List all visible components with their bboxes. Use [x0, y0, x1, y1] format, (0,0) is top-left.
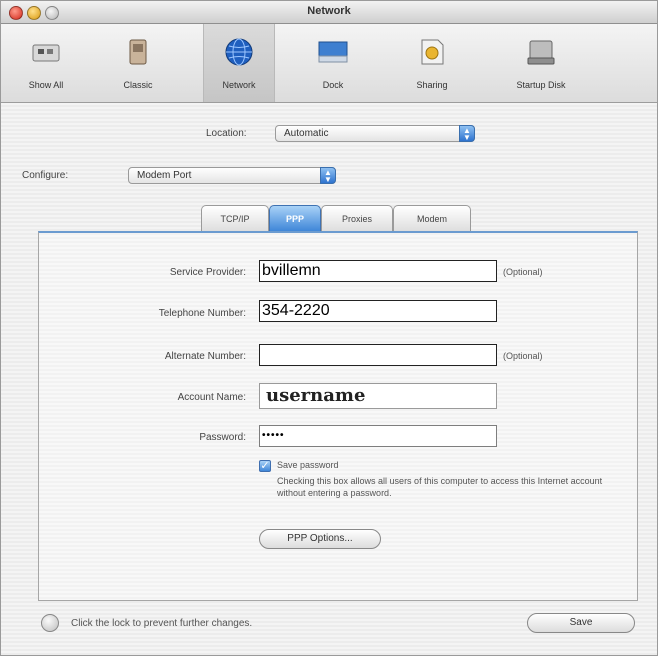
save-password-label[interactable]: Save password — [277, 460, 339, 470]
location-label: Location: — [206, 128, 247, 139]
window-title: Network — [307, 5, 351, 17]
location-popup[interactable]: Automatic ▲ ▼ — [275, 125, 475, 142]
alternate-number-field[interactable] — [259, 344, 497, 366]
tab-tcp-ip[interactable]: TCP/IP — [201, 205, 269, 231]
toolbar-item-classic[interactable]: Classic — [103, 24, 173, 102]
tab-ppp[interactable]: PPP — [269, 205, 321, 231]
alternate-number-label: Alternate Number: — [164, 351, 246, 362]
tab-modem[interactable]: Modem — [393, 205, 471, 231]
toolbar: Show All Classic Network Dock Sharing St… — [1, 24, 657, 103]
classic-icon — [129, 39, 147, 65]
tab-proxies[interactable]: Proxies — [321, 205, 393, 231]
dock-icon — [318, 41, 348, 63]
toolbar-label-startup-disk: Startup Disk — [516, 80, 566, 90]
account-name-label: Account Name: — [177, 392, 246, 403]
telephone-number-label: Telephone Number: — [158, 308, 246, 319]
save-password-help-text: Checking this box allows all users of th… — [277, 476, 603, 498]
toolbar-label-dock: Dock — [322, 80, 344, 90]
save-password-checkbox[interactable]: ✓ — [259, 460, 271, 472]
startup-disk-icon — [527, 40, 555, 65]
password-label: Password: — [199, 432, 246, 443]
popup-arrows-icon: ▲ ▼ — [320, 167, 336, 184]
lock-icon[interactable] — [41, 614, 59, 632]
alternate-number-optional-note: (Optional) — [503, 351, 543, 361]
lock-instruction-text: Click the lock to prevent further change… — [71, 618, 253, 629]
show-all-icon — [32, 44, 60, 62]
service-provider-label: Service Provider: — [169, 267, 246, 278]
service-provider-field[interactable]: bvillemn — [259, 260, 497, 282]
toolbar-label-classic: Classic — [123, 80, 153, 90]
toolbar-label-network: Network — [222, 80, 256, 90]
toolbar-item-show-all[interactable]: Show All — [11, 24, 81, 102]
configure-popup[interactable]: Modem Port ▲ ▼ — [128, 167, 336, 184]
save-button[interactable]: Save — [527, 613, 635, 633]
location-value: Automatic — [284, 128, 329, 139]
toolbar-item-dock[interactable]: Dock — [298, 24, 368, 102]
network-preferences-window: Network Show All Classic Network Dock Sh… — [0, 0, 658, 656]
service-provider-optional-note: (Optional) — [503, 267, 543, 277]
password-field[interactable]: ••••• — [259, 425, 497, 447]
toolbar-item-startup-disk[interactable]: Startup Disk — [506, 24, 576, 102]
toolbar-item-sharing[interactable]: Sharing — [397, 24, 467, 102]
configure-value: Modem Port — [137, 170, 192, 181]
sharing-icon — [421, 39, 444, 65]
account-name-field[interactable]: username — [259, 383, 497, 409]
toolbar-label-show-all: Show All — [28, 80, 64, 90]
network-globe-icon — [225, 38, 253, 66]
configure-label: Configure: — [22, 170, 69, 181]
ppp-options-button[interactable]: PPP Options... — [259, 529, 381, 549]
telephone-number-field[interactable]: 354-2220 — [259, 300, 497, 322]
title-bar: Network — [1, 1, 657, 24]
toolbar-item-network[interactable]: Network — [203, 24, 275, 102]
toolbar-label-sharing: Sharing — [416, 80, 448, 90]
popup-arrows-icon: ▲ ▼ — [459, 125, 475, 142]
